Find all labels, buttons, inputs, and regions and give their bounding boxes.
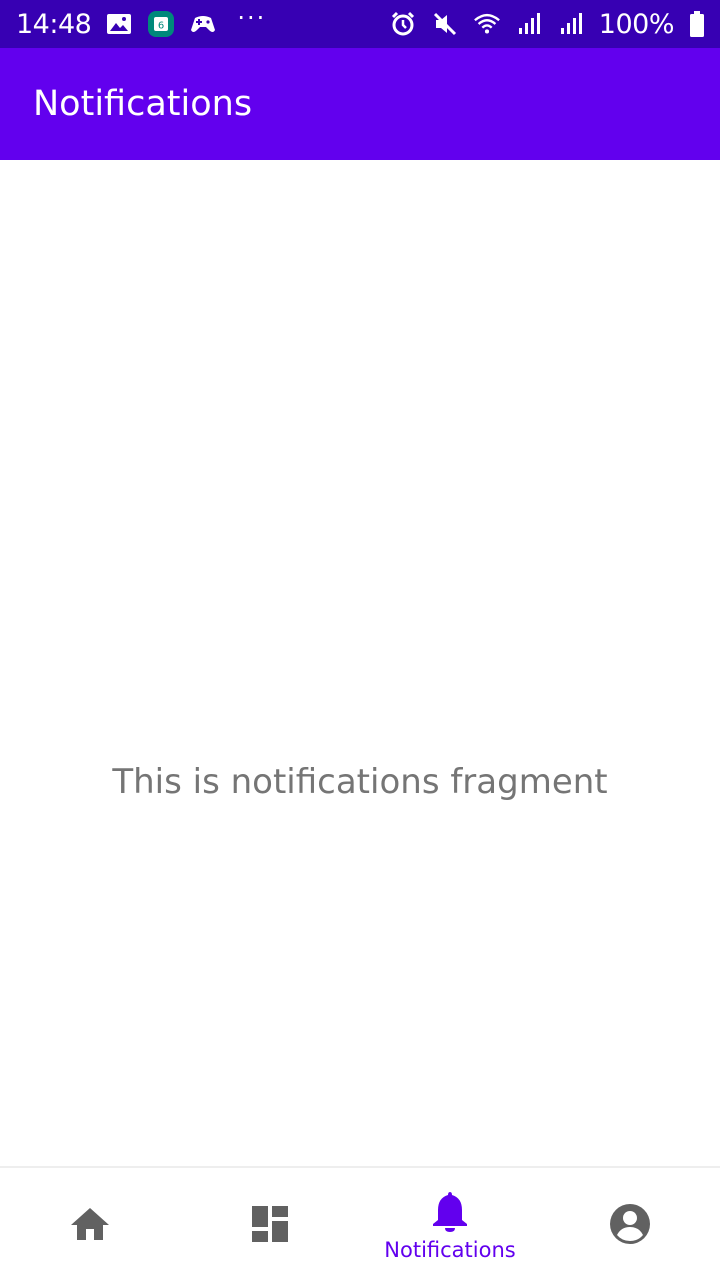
battery-percentage: 100% [598, 8, 675, 40]
battery-icon [688, 10, 706, 38]
nav-item-profile[interactable] [540, 1168, 720, 1280]
signal-icon [557, 10, 585, 38]
app-bar: Notifications [0, 48, 720, 160]
nav-label-notifications: Notifications [384, 1238, 516, 1262]
wifi-icon [473, 10, 501, 38]
status-left: 14:48 6 ··· [16, 4, 267, 40]
status-time: 14:48 [16, 8, 92, 40]
more-dots-icon: ··· [237, 4, 267, 32]
dashboard-icon [251, 1205, 289, 1243]
fragment-content: This is notifications fragment [0, 160, 720, 1166]
bell-icon [432, 1190, 468, 1232]
calendar-badge-number: 6 [158, 21, 164, 32]
status-bar: 14:48 6 ··· 100% [0, 0, 720, 48]
page-title: Notifications [33, 84, 253, 124]
nav-item-dashboard[interactable] [180, 1168, 360, 1280]
status-right: 100% [389, 9, 706, 40]
account-icon [609, 1203, 651, 1245]
gallery-icon [105, 10, 133, 38]
home-icon [69, 1206, 111, 1242]
mute-icon [431, 10, 459, 38]
nav-item-notifications[interactable]: Notifications [360, 1168, 540, 1280]
signal-icon [515, 10, 543, 38]
nav-item-home[interactable] [0, 1168, 180, 1280]
game-controller-icon [189, 10, 217, 38]
alarm-icon [389, 10, 417, 38]
bottom-navigation: Notifications [0, 1166, 720, 1280]
calendar-badge-icon: 6 [147, 10, 175, 38]
fragment-message: This is notifications fragment [112, 762, 608, 802]
